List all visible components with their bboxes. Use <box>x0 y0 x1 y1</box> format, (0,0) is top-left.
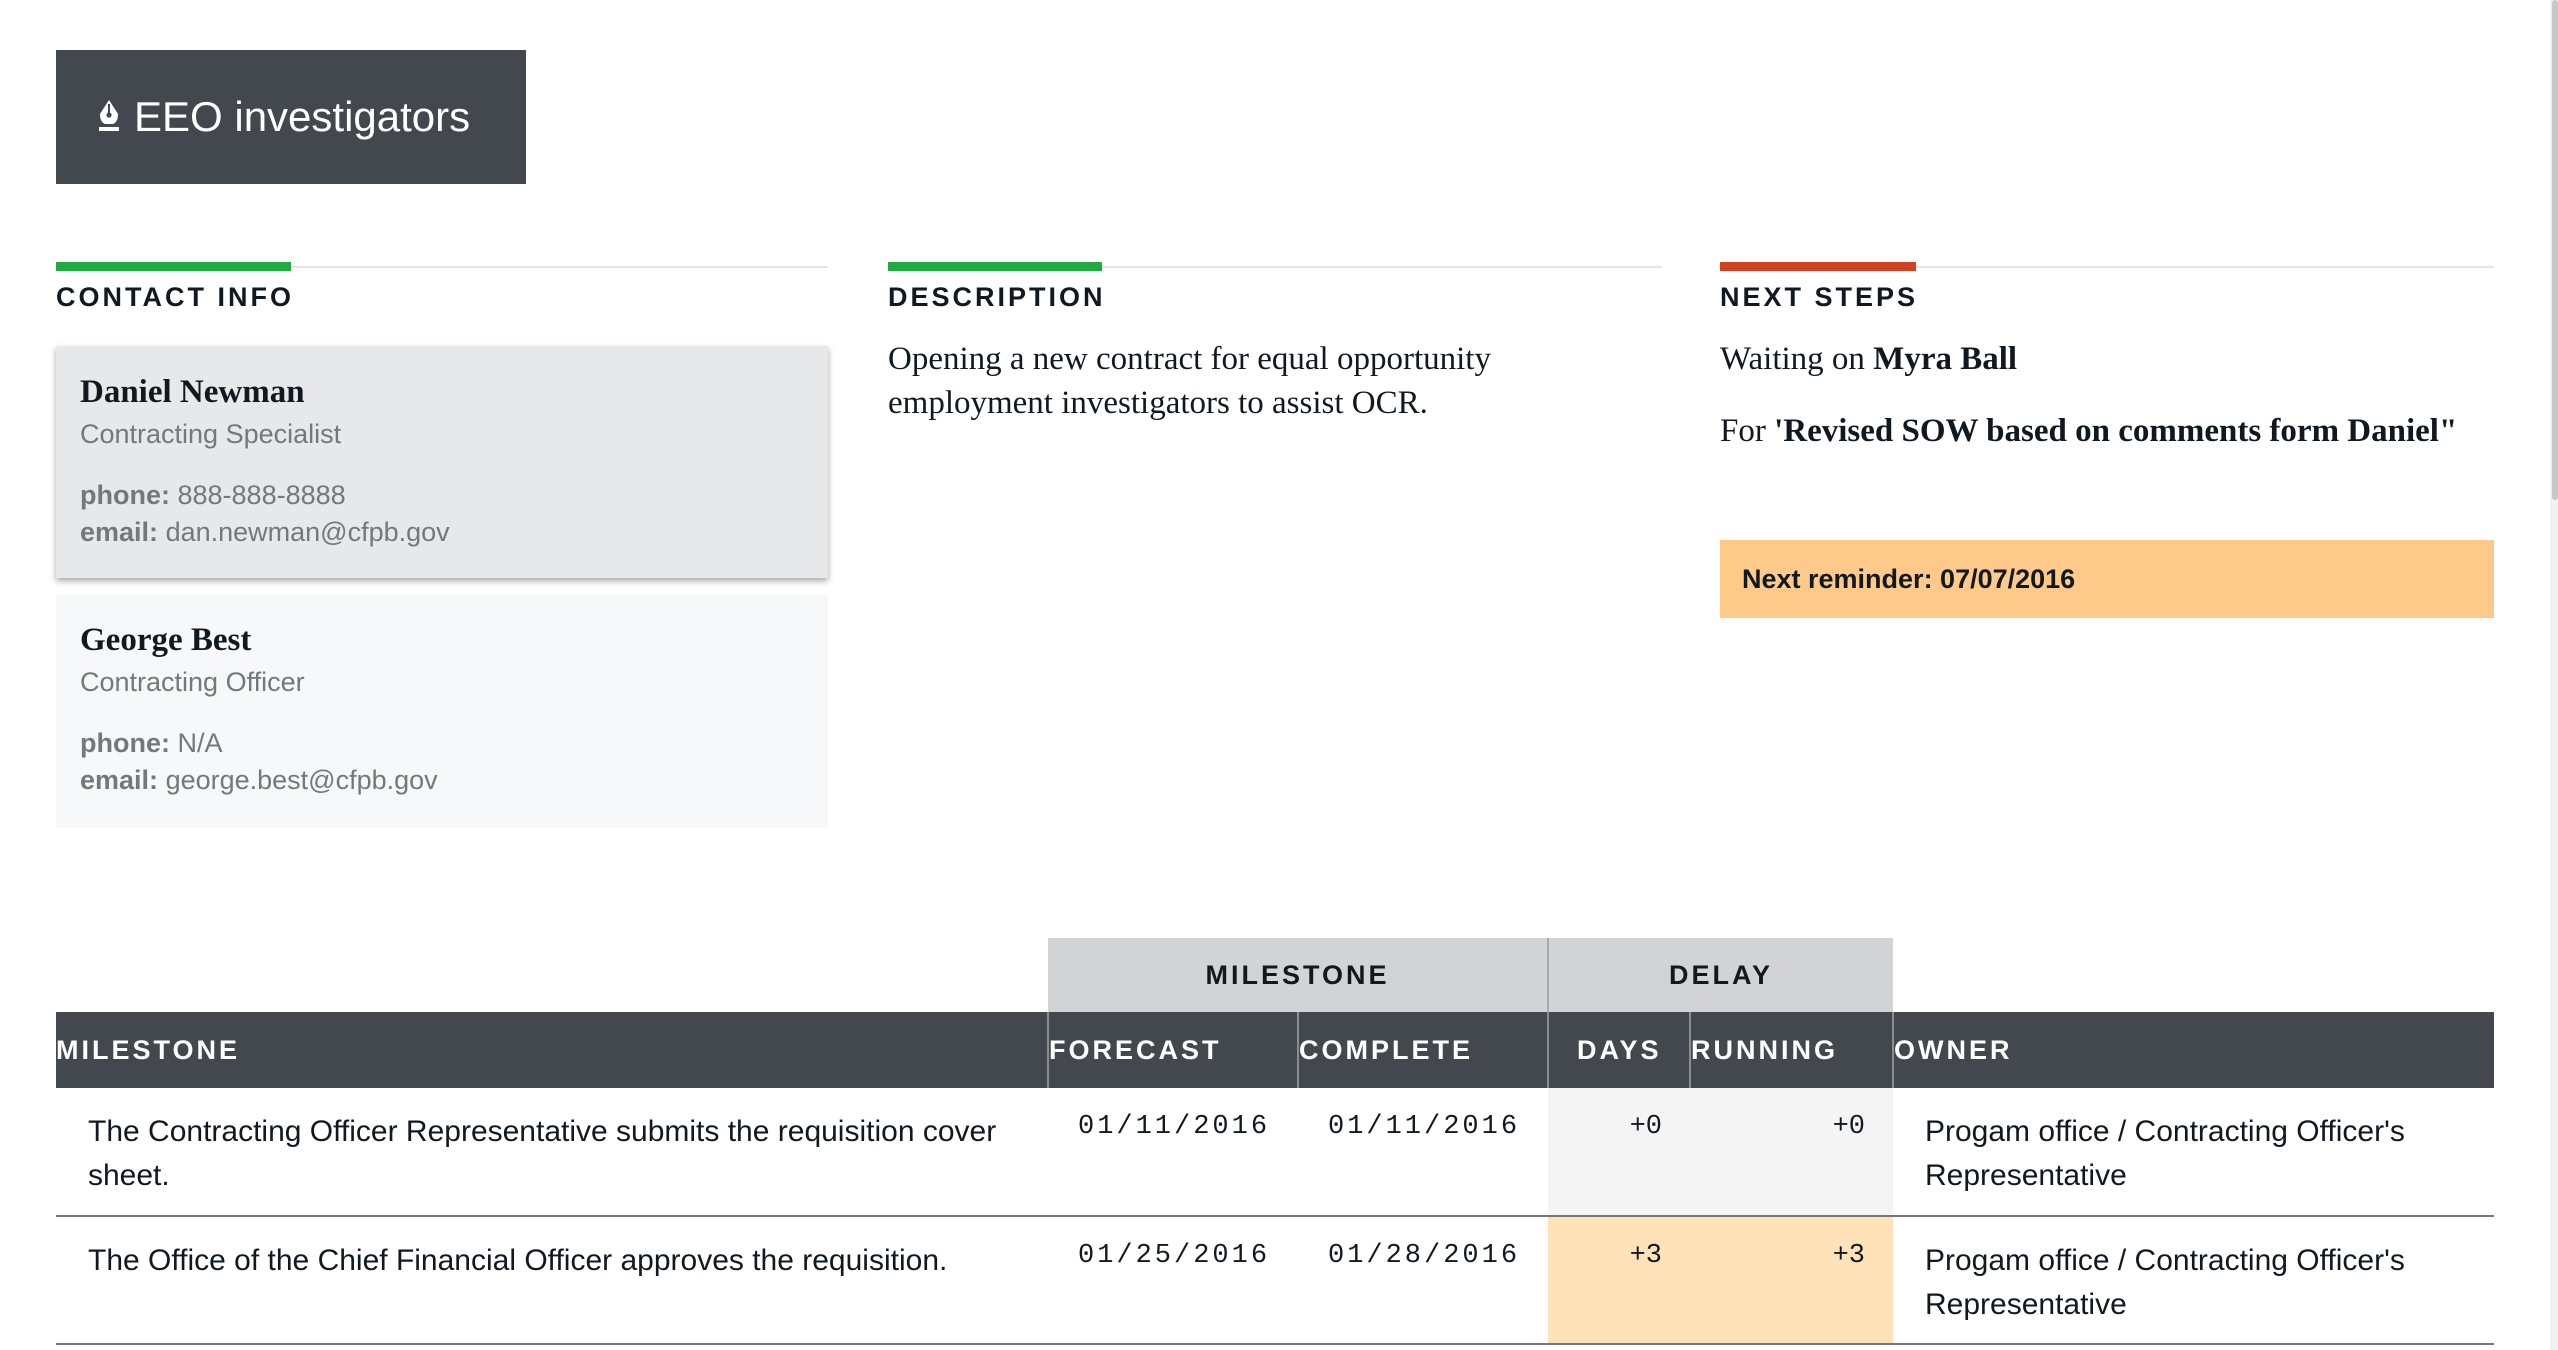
waiting-on-line: Waiting on Myra Ball <box>1720 341 2018 377</box>
column-header-row: MILESTONE FORECAST COMPLETE DAYS RUNNING… <box>56 1012 2494 1088</box>
col-header-milestone: MILESTONE <box>56 1012 1048 1088</box>
milestone-group-header: MILESTONE <box>1048 938 1548 1012</box>
owner-cell: Progam office / Contracting Officer's Re… <box>1893 1216 2494 1345</box>
col-header-owner: OWNER <box>1892 1012 2494 1088</box>
pen-nib-icon <box>94 98 124 136</box>
contact-card[interactable]: George Best Contracting Officer phone: N… <box>56 594 828 828</box>
contact-name: Daniel Newman <box>80 374 305 410</box>
contact-email: email: george.best@cfpb.gov <box>80 765 438 795</box>
days-cell: +3 <box>1548 1216 1690 1345</box>
waiting-for-line: For 'Revised SOW based on comments form … <box>1720 413 2458 449</box>
running-cell: +3 <box>1690 1216 1893 1345</box>
milestones-table: MILESTONE DELAY MILESTONE FORECAST COMPL… <box>56 938 2494 1345</box>
page-title-box: EEO investigators <box>56 50 526 184</box>
next-steps-heading: NEXT STEPS <box>1720 282 1919 312</box>
complete-cell: 01/28/2016 <box>1298 1216 1548 1345</box>
group-header-row: MILESTONE DELAY <box>56 938 2494 1012</box>
table-row: The Office of the Chief Financial Office… <box>56 1216 2494 1345</box>
owner-cell: Progam office / Contracting Officer's Re… <box>1893 1088 2494 1217</box>
scrollbar-thumb[interactable] <box>2552 0 2558 500</box>
waiting-for-item: 'Revised SOW based on comments form Dani… <box>1774 413 2458 449</box>
contact-email: email: dan.newman@cfpb.gov <box>80 517 450 547</box>
vertical-scrollbar[interactable] <box>2550 0 2558 1350</box>
section-rule <box>888 262 1662 272</box>
contact-card[interactable]: Daniel Newman Contracting Specialist pho… <box>56 346 828 578</box>
table-row: The Contracting Officer Representative s… <box>56 1088 2494 1217</box>
description-text: Opening a new contract for equal opportu… <box>888 341 1491 421</box>
contact-name: George Best <box>80 622 252 658</box>
milestone-cell: The Contracting Officer Representative s… <box>56 1088 1048 1217</box>
next-steps-section: NEXT STEPS Waiting on Myra Ball For 'Rev… <box>1720 262 2494 453</box>
days-cell: +0 <box>1548 1088 1690 1217</box>
page-title: EEO investigators <box>134 93 471 140</box>
forecast-cell: 01/25/2016 <box>1048 1216 1298 1345</box>
running-cell: +0 <box>1690 1088 1893 1217</box>
next-reminder-banner: Next reminder: 07/07/2016 <box>1720 540 2494 618</box>
section-rule <box>56 262 828 272</box>
contact-info-section: CONTACT INFO <box>56 262 828 313</box>
waiting-on-person: Myra Ball <box>1873 341 2018 377</box>
delay-group-header: DELAY <box>1547 938 1893 1012</box>
section-rule <box>1720 262 2494 272</box>
contact-phone: phone: 888-888-8888 <box>80 480 346 510</box>
description-heading: DESCRIPTION <box>888 282 1106 312</box>
contact-phone: phone: N/A <box>80 728 223 758</box>
description-section: DESCRIPTION Opening a new contract for e… <box>888 262 1662 425</box>
col-header-days: DAYS <box>1547 1012 1690 1088</box>
milestone-cell: The Office of the Chief Financial Office… <box>56 1216 1048 1345</box>
col-header-forecast: FORECAST <box>1047 1012 1298 1088</box>
col-header-complete: COMPLETE <box>1297 1012 1548 1088</box>
contact-role: Contracting Officer <box>80 667 305 697</box>
forecast-cell: 01/11/2016 <box>1048 1088 1298 1217</box>
col-header-running: RUNNING <box>1689 1012 1893 1088</box>
contact-info-heading: CONTACT INFO <box>56 282 294 312</box>
contact-role: Contracting Specialist <box>80 419 342 449</box>
complete-cell: 01/11/2016 <box>1298 1088 1548 1217</box>
